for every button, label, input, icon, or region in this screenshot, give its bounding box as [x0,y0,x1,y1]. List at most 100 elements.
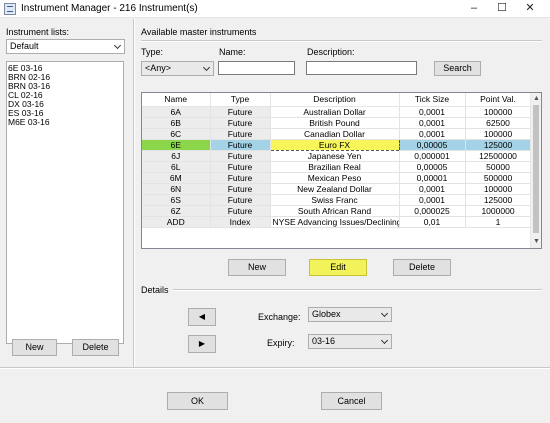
cell-name: 6C [142,128,211,140]
cell-description: Canadian Dollar [270,128,400,140]
cell-tick-size: 0,0001 [399,194,466,206]
title-bar: Instrument Manager - 216 Instrument(s) –… [0,0,550,18]
next-icon[interactable]: ▶ [188,335,216,353]
cancel-button[interactable]: Cancel [321,392,382,410]
search-button[interactable]: Search [434,61,481,76]
cell-description: British Pound [270,117,400,129]
exchange-label: Exchange: [258,312,301,322]
cell-point-value: 1000000 [465,205,532,217]
cell-type: Future [210,161,271,173]
chevron-down-icon [202,63,211,72]
delete-instrument-button[interactable]: Delete [393,259,451,276]
instrument-lists-label: Instrument lists: [6,27,70,37]
column-header-tick-size[interactable]: Tick Size [399,93,466,107]
cell-point-value: 100000 [465,183,532,195]
window-title: Instrument Manager - 216 Instrument(s) [21,3,198,14]
cell-type: Future [210,183,271,195]
cell-name: 6A [142,106,211,118]
table-row[interactable]: 6B Future British Pound 0,0001 62500 [142,117,532,129]
cell-tick-size: 0,0001 [399,128,466,140]
cell-type: Future [210,194,271,206]
column-header-type[interactable]: Type [210,93,271,107]
details-divider [173,289,542,291]
cell-name: ADD [142,216,211,228]
cell-type: Future [210,150,271,162]
cell-tick-size: 0,00001 [399,172,466,184]
edit-instrument-button[interactable]: Edit [309,259,367,276]
cell-description: Japanese Yen [270,150,400,162]
instrument-list-value: Default [10,41,39,51]
cell-type: Future [210,172,271,184]
delete-list-button[interactable]: Delete [72,339,119,356]
table-row[interactable]: 6M Future Mexican Peso 0,00001 500000 [142,172,532,184]
exchange-select[interactable]: Globex [308,307,392,322]
ok-button[interactable]: OK [167,392,228,410]
instruments-table[interactable]: Name Type Description Tick Size Point Va… [141,92,542,249]
cell-name: 6B [142,117,211,129]
table-row[interactable]: 6L Future Brazilian Real 0,00005 50000 [142,161,532,173]
list-item[interactable]: M6E 03-16 [8,118,122,127]
cell-type: Future [210,106,271,118]
exchange-select-value: Globex [312,309,341,319]
table-row[interactable]: 6N Future New Zealand Dollar 0,0001 1000… [142,183,532,195]
cell-tick-size: 0,0001 [399,117,466,129]
description-label: Description: [307,47,355,57]
table-row[interactable]: 6C Future Canadian Dollar 0,0001 100000 [142,128,532,140]
table-row[interactable]: 6J Future Japanese Yen 0,000001 12500000 [142,150,532,162]
cell-point-value: 50000 [465,161,532,173]
type-select[interactable]: <Any> [141,61,214,76]
cell-tick-size: 0,000025 [399,205,466,217]
column-header-point-value[interactable]: Point Val. [465,93,532,107]
column-header-description[interactable]: Description [270,93,400,107]
cell-point-value: 100000 [465,128,532,140]
cell-type: Future [210,205,271,217]
cell-description: Mexican Peso [270,172,400,184]
expiry-label: Expiry: [267,338,295,348]
close-button[interactable]: ✕ [514,0,546,18]
cell-point-value: 100000 [465,106,532,118]
instrument-list-select[interactable]: Default [6,39,125,54]
type-select-value: <Any> [145,63,172,73]
chevron-down-icon [113,41,122,50]
new-instrument-button[interactable]: New [228,259,286,276]
name-input[interactable] [218,61,295,75]
cell-description: Brazilian Real [270,161,400,173]
table-row-selected[interactable]: 6E Future Euro FX 0,00005 125000 [142,138,532,151]
description-input[interactable] [306,61,417,75]
cell-description: NYSE Advancing Issues/Declining [270,216,400,228]
cell-description: Swiss Franc [270,194,400,206]
table-header-row: Name Type Description Tick Size Point Va… [142,93,532,107]
cell-name: 6S [142,194,211,206]
cell-point-value: 1 [465,216,532,228]
table-row[interactable]: 6S Future Swiss Franc 0,0001 125000 [142,194,532,206]
cell-name: 6M [142,172,211,184]
cell-type: Index [210,216,271,228]
table-scrollbar[interactable]: ▲ ▼ [530,93,541,248]
cell-name: 6E [142,139,211,151]
cell-tick-size: 0,000001 [399,150,466,162]
column-header-name[interactable]: Name [142,93,211,107]
table-row[interactable]: 6A Future Australian Dollar 0,0001 10000… [142,106,532,118]
cell-tick-size: 0,00005 [399,139,466,151]
cell-tick-size: 0,01 [399,216,466,228]
cell-type: Future [210,128,271,140]
previous-icon[interactable]: ◀ [188,308,216,326]
scroll-up-icon[interactable]: ▲ [533,95,540,102]
scroll-thumb[interactable] [533,105,539,233]
cell-name: 6Z [142,205,211,217]
details-label: Details [141,285,169,295]
cell-point-value: 125000 [465,194,532,206]
footer-divider [0,367,550,369]
cell-name: 6L [142,161,211,173]
cell-description: New Zealand Dollar [270,183,400,195]
table-row[interactable]: 6Z Future South African Rand 0,000025 10… [142,205,532,217]
cell-type: Future [210,117,271,129]
cell-description: Australian Dollar [270,106,400,118]
new-list-button[interactable]: New [12,339,57,356]
instrument-listbox[interactable]: 6E 03-16 BRN 02-16 BRN 03-16 CL 02-16 DX… [6,61,124,344]
scroll-down-icon[interactable]: ▼ [533,238,540,245]
table-row[interactable]: ADD Index NYSE Advancing Issues/Declinin… [142,216,532,228]
cell-tick-size: 0,0001 [399,183,466,195]
instruments-grid: Name Type Description Tick Size Point Va… [142,93,532,228]
expiry-select[interactable]: 03-16 [308,334,392,349]
